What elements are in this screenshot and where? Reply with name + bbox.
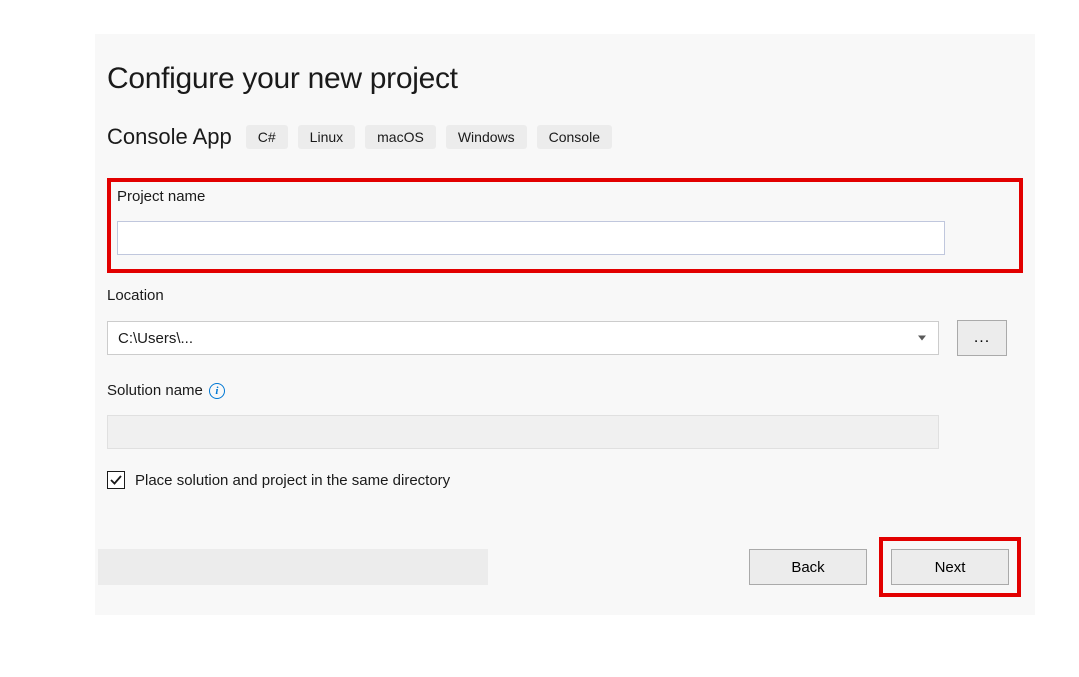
chevron-down-icon [918, 336, 926, 341]
project-name-input[interactable] [117, 221, 945, 255]
next-button-highlight: Next [879, 537, 1021, 597]
configure-project-dialog: Configure your new project Console App C… [95, 34, 1035, 615]
next-button[interactable]: Next [891, 549, 1009, 585]
info-icon[interactable]: i [209, 383, 225, 399]
location-value: C:\Users\... [118, 330, 193, 347]
checkmark-icon [109, 473, 123, 487]
template-name: Console App [107, 124, 232, 150]
solution-name-group: Solution name i [107, 382, 1023, 449]
dialog-footer: Back Next [95, 537, 1035, 615]
location-group: Location C:\Users\... ... [107, 287, 1023, 356]
tag-console: Console [537, 125, 612, 149]
same-directory-row: Place solution and project in the same d… [107, 471, 1023, 489]
location-label: Location [107, 287, 1023, 304]
project-name-label: Project name [117, 188, 1013, 205]
browse-button[interactable]: ... [957, 320, 1007, 356]
footer-buttons: Back Next [749, 537, 1021, 597]
tag-windows: Windows [446, 125, 527, 149]
location-row: C:\Users\... ... [107, 320, 1023, 356]
same-directory-label: Place solution and project in the same d… [135, 472, 450, 489]
tag-group: C# Linux macOS Windows Console [246, 125, 612, 149]
form-section: Project name Location C:\Users\... ... S… [107, 178, 1023, 489]
page-title: Configure your new project [107, 62, 1035, 96]
solution-name-label: Solution name i [107, 382, 1023, 399]
tag-csharp: C# [246, 125, 288, 149]
location-dropdown[interactable]: C:\Users\... [107, 321, 939, 355]
template-info-row: Console App C# Linux macOS Windows Conso… [107, 124, 1035, 150]
solution-name-label-text: Solution name [107, 382, 203, 399]
same-directory-checkbox[interactable] [107, 471, 125, 489]
solution-name-input [107, 415, 939, 449]
back-button[interactable]: Back [749, 549, 867, 585]
footer-placeholder [98, 549, 488, 585]
tag-macos: macOS [365, 125, 436, 149]
tag-linux: Linux [298, 125, 355, 149]
project-name-highlight: Project name [107, 178, 1023, 273]
